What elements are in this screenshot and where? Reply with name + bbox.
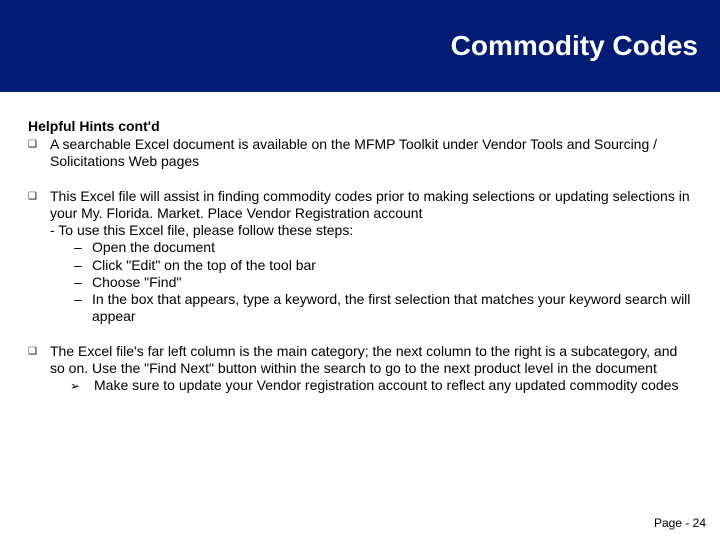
dash-text: Open the document [92, 239, 215, 256]
arrow-list: ➢ Make sure to update your Vendor regist… [70, 377, 692, 395]
dash-icon: – [74, 291, 92, 325]
arrow-text: Make sure to update your Vendor registra… [94, 377, 678, 395]
bullet-main-text: This Excel file will assist in finding c… [50, 188, 690, 221]
section-heading: Helpful Hints cont'd [28, 118, 692, 135]
bullet-item: ❑ A searchable Excel document is availab… [28, 136, 692, 170]
bullet-text: A searchable Excel document is available… [50, 136, 692, 170]
dash-icon: – [74, 274, 92, 291]
dash-text: In the box that appears, type a keyword,… [92, 291, 692, 325]
bullet-item: ❑ This Excel file will assist in finding… [28, 188, 692, 325]
steps-intro: - To use this Excel file, please follow … [50, 222, 692, 239]
arrow-icon: ➢ [70, 377, 94, 395]
slide-header: Commodity Codes [0, 0, 720, 92]
bullet-text: This Excel file will assist in finding c… [50, 188, 692, 325]
bullet-item: ❑ The Excel file's far left column is th… [28, 343, 692, 395]
dash-list: – Open the document – Click "Edit" on th… [74, 239, 692, 324]
page-number: Page - 24 [654, 516, 706, 530]
dash-icon: – [74, 239, 92, 256]
slide-body: Helpful Hints cont'd ❑ A searchable Exce… [0, 92, 720, 395]
square-bullet-icon: ❑ [28, 343, 50, 395]
dash-item: – Choose "Find" [74, 274, 692, 291]
dash-icon: – [74, 257, 92, 274]
square-bullet-icon: ❑ [28, 188, 50, 325]
dash-text: Click "Edit" on the top of the tool bar [92, 257, 316, 274]
dash-text: Choose "Find" [92, 274, 181, 291]
bullet-main-text: The Excel file's far left column is the … [50, 343, 677, 376]
dash-item: – Click "Edit" on the top of the tool ba… [74, 257, 692, 274]
arrow-item: ➢ Make sure to update your Vendor regist… [70, 377, 692, 395]
bullet-text: The Excel file's far left column is the … [50, 343, 692, 395]
dash-item: – Open the document [74, 239, 692, 256]
dash-item: – In the box that appears, type a keywor… [74, 291, 692, 325]
square-bullet-icon: ❑ [28, 136, 50, 170]
slide-title: Commodity Codes [451, 30, 698, 62]
